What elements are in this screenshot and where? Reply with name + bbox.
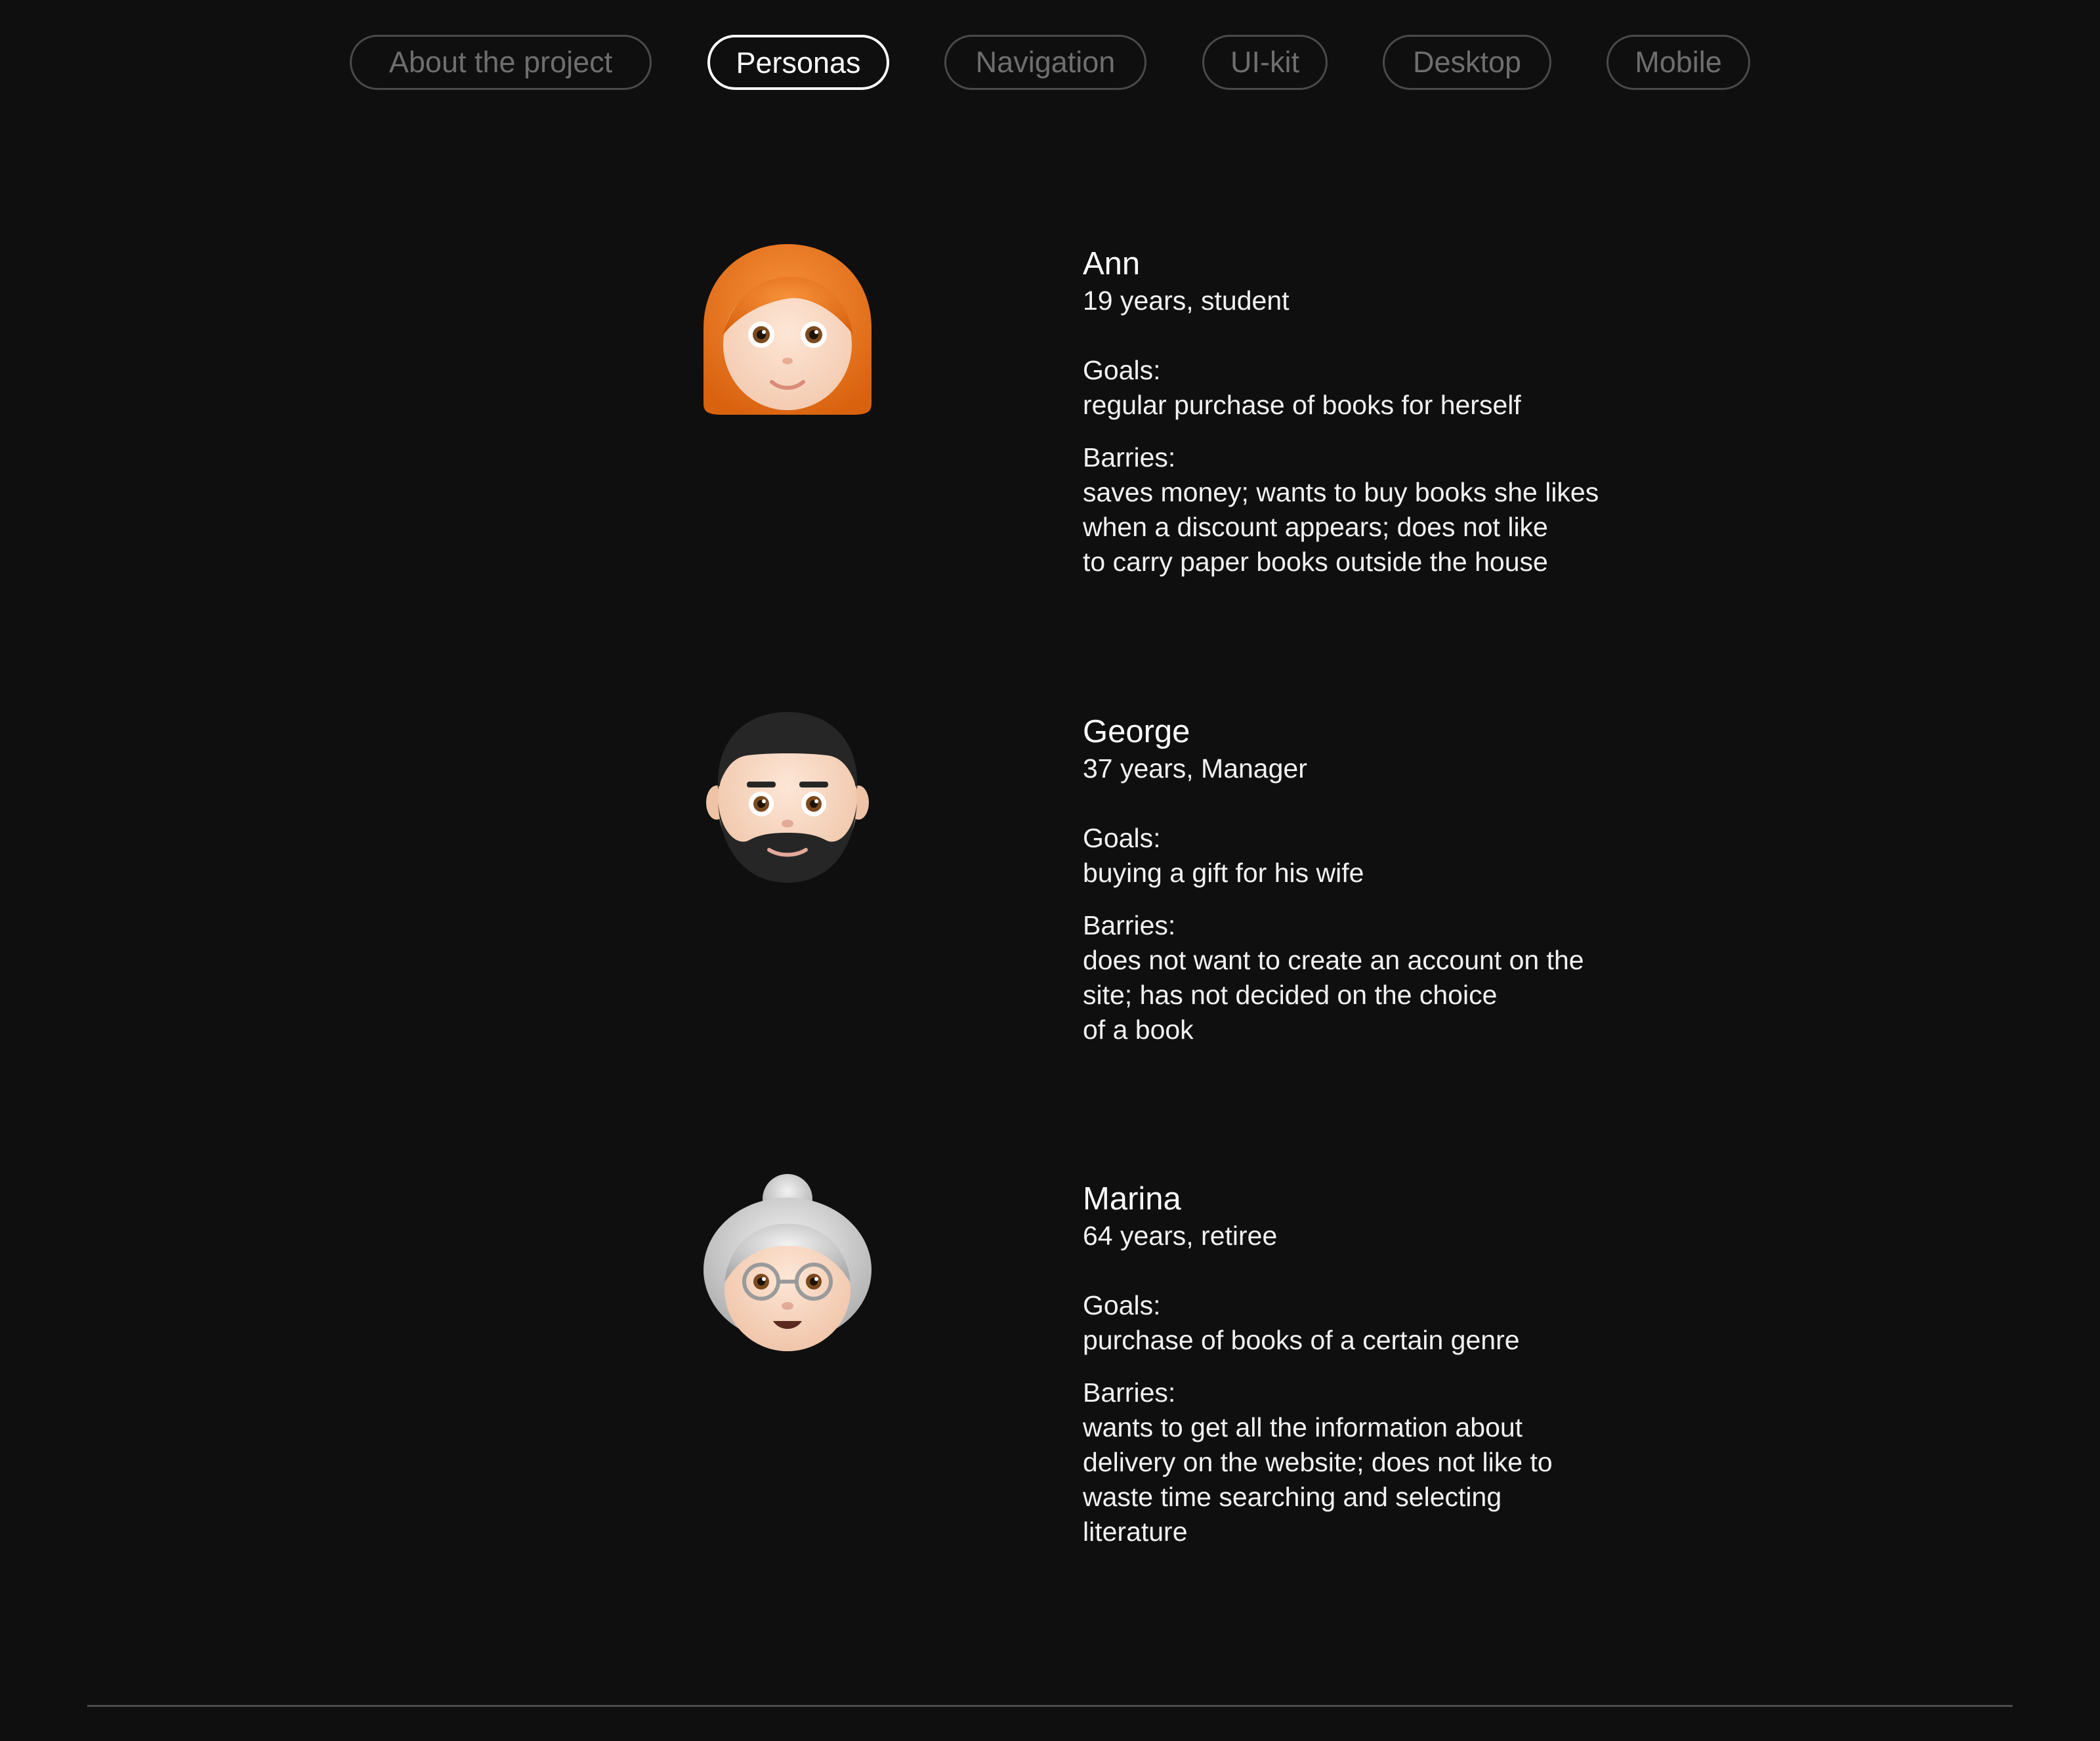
barries-text: does not want to create an account on th… <box>1083 945 1584 1045</box>
persona-age-occupation: 37 years, Manager <box>1083 753 1307 784</box>
nav-pill-navigation[interactable]: Navigation <box>944 35 1146 90</box>
persona-name: Marina <box>1083 1181 1181 1217</box>
bottom-divider <box>87 1705 2013 1707</box>
barries-label: Barries: <box>1083 910 1176 940</box>
persona-name: George <box>1083 714 1190 749</box>
goals-text: regular purchase of books for herself <box>1083 390 1521 420</box>
persona-info-marina: Marina 64 years, retiree Goals: purchase… <box>1083 1179 1673 1549</box>
red-haired-woman-emoji-icon <box>696 236 879 420</box>
goals-label: Goals: <box>1083 1290 1161 1320</box>
nav-pill-personas[interactable]: Personas <box>707 35 889 90</box>
persona-age-occupation: 64 years, retiree <box>1083 1221 1278 1251</box>
persona-name: Ann <box>1083 246 1141 282</box>
older-woman-emoji-icon <box>696 1171 879 1355</box>
goals-text: buying a gift for his wife <box>1083 858 1364 888</box>
barries-label: Barries: <box>1083 1377 1176 1408</box>
nav-pill-desktop[interactable]: Desktop <box>1383 35 1551 90</box>
barries-text: saves money; wants to buy books she like… <box>1083 477 1599 577</box>
barries-label: Barries: <box>1083 442 1176 472</box>
bearded-man-emoji-icon <box>696 704 879 888</box>
goals-text: purchase of books of a certain genre <box>1083 1325 1520 1355</box>
persona-info-ann: Ann 19 years, student Goals: regular pur… <box>1083 244 1673 579</box>
persona-age-occupation: 19 years, student <box>1083 285 1290 316</box>
barries-text: wants to get all the information about d… <box>1083 1412 1553 1547</box>
nav-pill-about-the-project[interactable]: About the project <box>350 35 652 90</box>
goals-label: Goals: <box>1083 355 1161 385</box>
nav-pill-ui-kit[interactable]: UI-kit <box>1202 35 1328 90</box>
nav-pill-mobile[interactable]: Mobile <box>1606 35 1750 90</box>
goals-label: Goals: <box>1083 823 1161 853</box>
top-navigation: About the project Personas Navigation UI… <box>0 35 2100 93</box>
persona-info-george: George 37 years, Manager Goals: buying a… <box>1083 712 1673 1047</box>
